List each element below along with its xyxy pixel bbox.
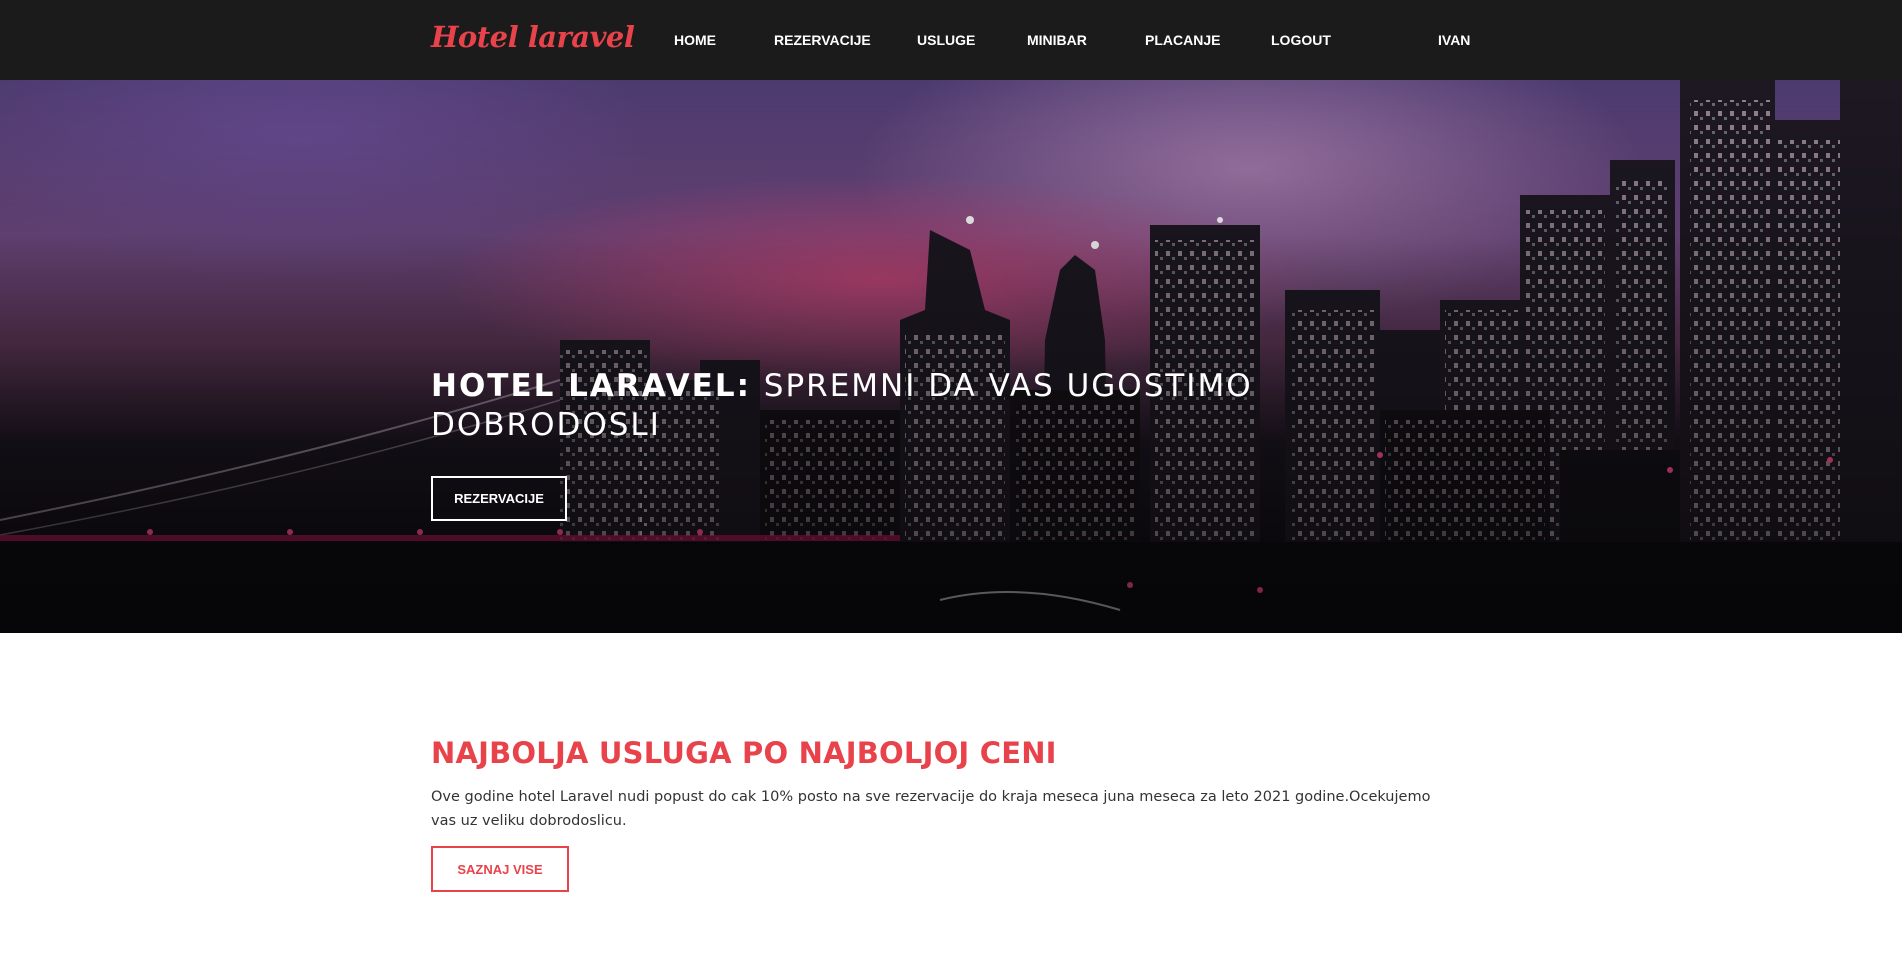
nav-rezervacije[interactable]: REZERVACIJE [774,32,871,48]
nav-logout[interactable]: LOGOUT [1271,32,1331,48]
saznaj-vise-button[interactable]: SAZNAJ VISE [431,846,569,892]
top-navbar: Hotel laravel HOME REZERVACIJE USLUGE MI… [0,0,1902,80]
nav-home[interactable]: HOME [674,32,716,48]
hero-title: HOTEL LARAVEL: SPREMNI DA VAS UGOSTIMO D… [431,367,1331,445]
site-logo[interactable]: Hotel laravel [431,20,635,54]
promo-text: Ove godine hotel Laravel nudi popust do … [431,789,1431,829]
nav-user-ivan[interactable]: IVAN [1438,32,1470,48]
hero-banner: HOTEL LARAVEL: SPREMNI DA VAS UGOSTIMO D… [0,80,1902,633]
hero-title-strong: HOTEL LARAVEL: [431,368,751,404]
nav-usluge[interactable]: USLUGE [917,32,975,48]
rezervacije-button[interactable]: REZERVACIJE [431,476,567,521]
promo-title: NAJBOLJA USLUGA PO NAJBOLJOJ CENI [431,736,1057,770]
nav-placanje[interactable]: PLACANJE [1145,32,1220,48]
nav-minibar[interactable]: MINIBAR [1027,32,1087,48]
city-skyline-image [0,80,1902,633]
